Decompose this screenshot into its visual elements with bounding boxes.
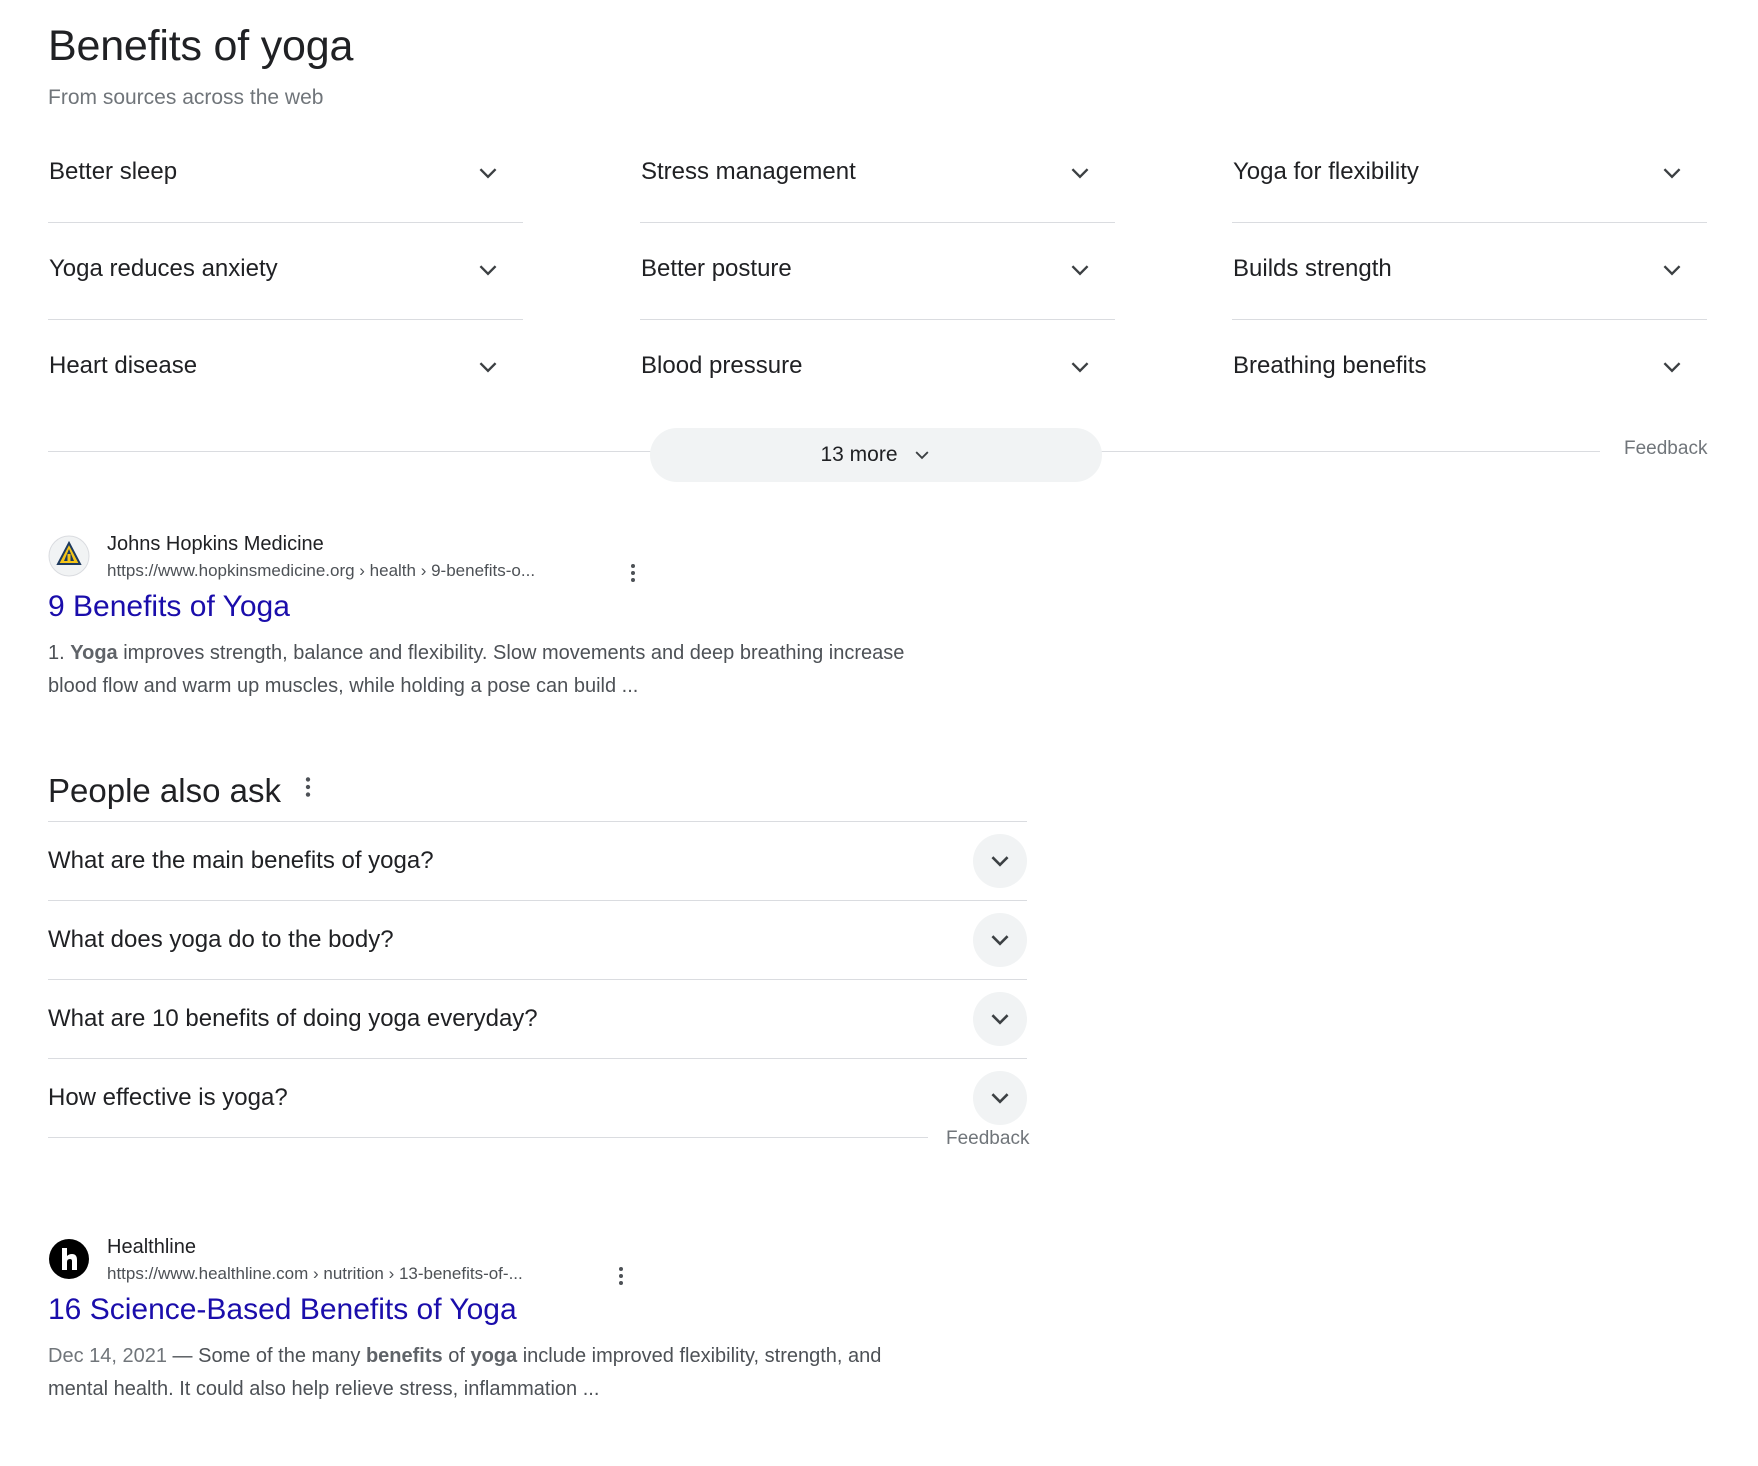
chevron-down-icon xyxy=(1071,168,1089,179)
chevron-down-icon xyxy=(479,168,497,179)
benefit-stress-management[interactable]: Stress management xyxy=(640,126,1115,223)
chevron-down-icon xyxy=(479,362,497,373)
search-result: Johns Hopkins Medicine https://www.hopki… xyxy=(48,533,1008,713)
benefit-yoga-for-flexibility[interactable]: Yoga for flexibility xyxy=(1232,126,1707,223)
snippet-line: blood flow and warm up muscles, while ho… xyxy=(48,675,639,697)
benefit-yoga-reduces-anxiety[interactable]: Yoga reduces anxiety xyxy=(48,223,523,320)
benefit-label: Yoga for flexibility xyxy=(1233,158,1419,185)
expand-button[interactable] xyxy=(973,913,1027,967)
benefit-better-posture[interactable]: Better posture xyxy=(640,223,1115,320)
show-more-button[interactable]: 13 more xyxy=(650,428,1102,482)
paa-question[interactable]: What are 10 benefits of doing yoga every… xyxy=(48,979,1027,1058)
healthline-logo-icon[interactable] xyxy=(48,1238,90,1280)
divider xyxy=(48,1137,928,1138)
chevron-down-icon xyxy=(1663,168,1681,179)
snippet-highlight: Yoga xyxy=(70,642,118,664)
feedback-link[interactable]: Feedback xyxy=(1624,438,1707,460)
result-site-name: Healthline xyxy=(107,1236,196,1258)
kebab-menu-icon[interactable] xyxy=(621,561,645,585)
result-snippet: 1. Yoga improves strength, balance and f… xyxy=(48,637,968,703)
snippet-line: 1. Yoga improves strength, balance and f… xyxy=(48,637,968,670)
paa-question-text: What does yoga do to the body? xyxy=(48,926,394,953)
snippet-line: mental health. It could also help reliev… xyxy=(48,1378,600,1400)
result-title-link[interactable]: 9 Benefits of Yoga xyxy=(48,590,290,624)
kebab-menu-icon[interactable] xyxy=(609,1264,633,1288)
benefit-label: Builds strength xyxy=(1233,255,1392,282)
page-subtitle: From sources across the web xyxy=(48,86,324,109)
paa-question-text: How effective is yoga? xyxy=(48,1084,288,1111)
show-more-label: 13 more xyxy=(820,443,898,466)
expand-button[interactable] xyxy=(973,992,1027,1046)
benefit-label: Yoga reduces anxiety xyxy=(49,255,278,282)
chevron-down-icon xyxy=(1663,265,1681,276)
snippet-text: improves strength, balance and flexibili… xyxy=(117,642,905,664)
result-snippet: Dec 14, 2021 — Some of the many benefits… xyxy=(48,1340,968,1406)
chevron-down-icon xyxy=(991,935,1009,946)
benefit-breathing-benefits[interactable]: Breathing benefits xyxy=(1232,320,1707,417)
hopkins-shield-icon[interactable] xyxy=(48,535,90,577)
snippet-text: of xyxy=(442,1345,471,1367)
benefit-label: Better posture xyxy=(641,255,792,282)
search-result: Healthline https://www.healthline.com › … xyxy=(48,1236,1008,1416)
result-site-name: Johns Hopkins Medicine xyxy=(107,533,324,555)
feedback-link[interactable]: Feedback xyxy=(946,1128,1029,1150)
chevron-down-icon xyxy=(1071,362,1089,373)
snippet-highlight: benefits xyxy=(365,1345,443,1367)
chevron-down-icon xyxy=(479,265,497,276)
paa-question[interactable]: What does yoga do to the body? xyxy=(48,900,1027,979)
expand-button[interactable] xyxy=(973,834,1027,888)
benefit-label: Blood pressure xyxy=(641,352,803,379)
benefit-label: Stress management xyxy=(641,158,856,185)
result-url[interactable]: https://www.hopkinsmedicine.org › health… xyxy=(107,561,535,581)
chevron-down-icon xyxy=(1071,265,1089,276)
paa-question[interactable]: What are the main benefits of yoga? xyxy=(48,821,1027,900)
paa-question[interactable]: How effective is yoga? xyxy=(48,1058,1027,1137)
people-also-ask-title: People also ask xyxy=(48,772,281,809)
snippet-highlight: yoga xyxy=(470,1345,518,1367)
paa-question-text: What are the main benefits of yoga? xyxy=(48,847,434,874)
result-url[interactable]: https://www.healthline.com › nutrition ›… xyxy=(107,1264,523,1284)
chevron-down-icon xyxy=(991,856,1009,867)
page-title: Benefits of yoga xyxy=(48,22,354,70)
kebab-menu-icon[interactable] xyxy=(295,774,321,800)
result-title-link[interactable]: 16 Science-Based Benefits of Yoga xyxy=(48,1293,517,1327)
snippet-text: include improved flexibility, strength, … xyxy=(517,1345,882,1367)
expand-button[interactable] xyxy=(973,1071,1027,1125)
benefit-label: Heart disease xyxy=(49,352,198,379)
snippet-text: — Some of the many xyxy=(166,1345,366,1367)
benefit-heart-disease[interactable]: Heart disease xyxy=(48,320,523,417)
chevron-down-icon xyxy=(915,451,928,460)
chevron-down-icon xyxy=(991,1014,1009,1025)
chevron-down-icon xyxy=(1663,362,1681,373)
benefit-label: Breathing benefits xyxy=(1233,352,1427,379)
benefit-better-sleep[interactable]: Better sleep xyxy=(48,126,523,223)
chevron-down-icon xyxy=(991,1093,1009,1104)
snippet-text: 1. xyxy=(48,642,71,664)
people-also-ask-list: What are the main benefits of yoga? What… xyxy=(48,821,1027,1137)
benefit-label: Better sleep xyxy=(49,158,178,185)
result-date: Dec 14, 2021 xyxy=(48,1345,167,1367)
paa-question-text: What are 10 benefits of doing yoga every… xyxy=(48,1005,538,1032)
snippet-line: Dec 14, 2021 — Some of the many benefits… xyxy=(48,1340,968,1373)
benefit-blood-pressure[interactable]: Blood pressure xyxy=(640,320,1115,417)
benefit-builds-strength[interactable]: Builds strength xyxy=(1232,223,1707,320)
